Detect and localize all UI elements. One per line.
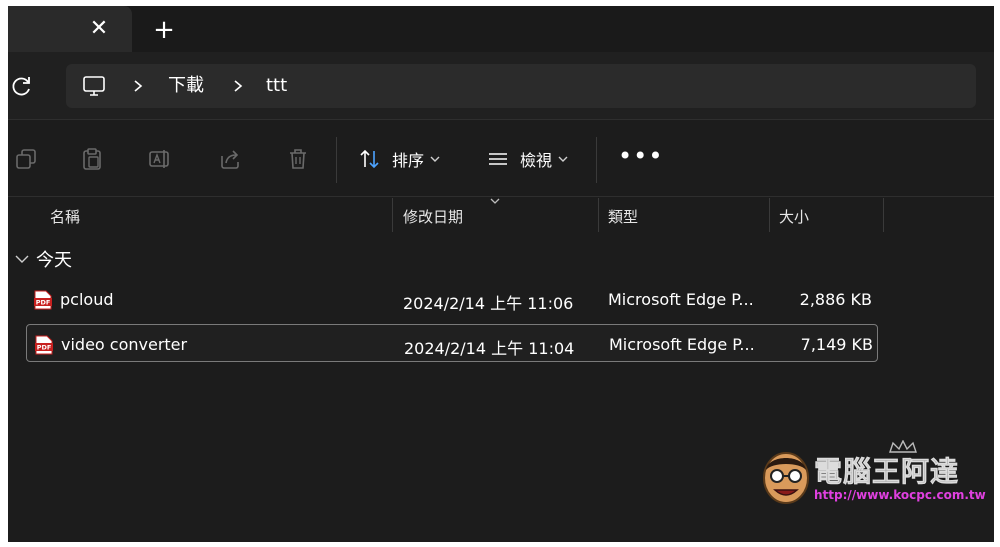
column-divider[interactable] xyxy=(769,198,770,232)
this-pc-icon[interactable] xyxy=(82,74,106,98)
file-type: Microsoft Edge P... xyxy=(609,335,755,354)
column-divider[interactable] xyxy=(883,198,884,232)
file-row[interactable]: PDF pcloud 2024/2/14 上午 11:06 Microsoft … xyxy=(26,280,878,318)
svg-text:PDF: PDF xyxy=(36,299,51,307)
svg-text:PDF: PDF xyxy=(37,344,52,352)
more-options-button[interactable]: ••• xyxy=(618,144,662,168)
view-label: 檢視 xyxy=(520,151,553,170)
address-bar[interactable]: 下載 ttt xyxy=(66,64,976,108)
chevron-down-icon xyxy=(430,156,440,162)
file-explorer-window: ✕ + 下載 ttt 排序 檢視 ••• 名稱 修改日期 類型 大小 今天 PD… xyxy=(8,6,994,542)
navigation-bar: 下載 ttt xyxy=(8,52,994,120)
copy-icon[interactable] xyxy=(14,147,38,171)
paste-icon[interactable] xyxy=(80,147,104,171)
file-name: pcloud xyxy=(60,290,114,309)
column-divider[interactable] xyxy=(392,198,393,232)
chevron-down-icon[interactable] xyxy=(14,253,30,265)
file-size: 7,149 KB xyxy=(800,335,873,354)
file-modified: 2024/2/14 上午 11:04 xyxy=(404,339,575,358)
column-header-size[interactable]: 大小 xyxy=(779,206,809,227)
column-header-row: 名稱 修改日期 類型 大小 xyxy=(8,198,994,234)
watermark-url: http://www.kocpc.com.tw xyxy=(814,488,986,502)
refresh-icon[interactable] xyxy=(10,74,34,98)
breadcrumb-ttt[interactable]: ttt xyxy=(266,75,287,97)
chevron-right-icon[interactable] xyxy=(230,77,246,95)
tab-active[interactable]: ✕ xyxy=(8,6,132,52)
column-divider[interactable] xyxy=(598,198,599,232)
file-size: 2,886 KB xyxy=(799,290,872,309)
watermark-title: 電腦王阿達 xyxy=(814,455,960,489)
column-header-type[interactable]: 類型 xyxy=(608,206,638,227)
file-row-selected[interactable]: PDF video converter 2024/2/14 上午 11:04 M… xyxy=(26,324,878,362)
mascot-face-icon xyxy=(763,452,809,504)
sort-descending-icon xyxy=(490,198,500,204)
sort-button[interactable]: 排序 xyxy=(358,145,440,173)
command-bar: 排序 檢視 ••• xyxy=(8,121,994,197)
file-name: video converter xyxy=(61,335,188,354)
toolbar-divider xyxy=(336,137,337,183)
share-icon[interactable] xyxy=(218,147,242,171)
file-type: Microsoft Edge P... xyxy=(608,290,754,309)
watermark-logo: 電腦王阿達 http://www.kocpc.com.tw xyxy=(760,440,990,514)
file-modified: 2024/2/14 上午 11:06 xyxy=(403,294,574,313)
group-header-today[interactable]: 今天 xyxy=(14,246,72,272)
chevron-right-icon[interactable] xyxy=(130,77,146,95)
sort-label: 排序 xyxy=(392,151,425,170)
close-tab-button[interactable]: ✕ xyxy=(86,16,112,42)
chevron-down-icon xyxy=(558,156,568,162)
pdf-icon: PDF xyxy=(34,290,52,310)
delete-icon[interactable] xyxy=(286,147,310,171)
rename-icon[interactable] xyxy=(148,147,172,171)
toolbar-divider xyxy=(596,137,597,183)
sort-icon xyxy=(360,149,379,169)
new-tab-button[interactable]: + xyxy=(150,16,178,44)
group-label: 今天 xyxy=(36,250,72,271)
tab-bar: ✕ + xyxy=(8,6,994,52)
view-list-icon xyxy=(489,153,507,165)
view-button[interactable]: 檢視 xyxy=(486,145,568,173)
pdf-icon: PDF xyxy=(35,335,53,355)
breadcrumb-downloads[interactable]: 下載 xyxy=(168,75,204,97)
column-header-name[interactable]: 名稱 xyxy=(50,206,80,227)
column-header-modified[interactable]: 修改日期 xyxy=(403,206,463,227)
